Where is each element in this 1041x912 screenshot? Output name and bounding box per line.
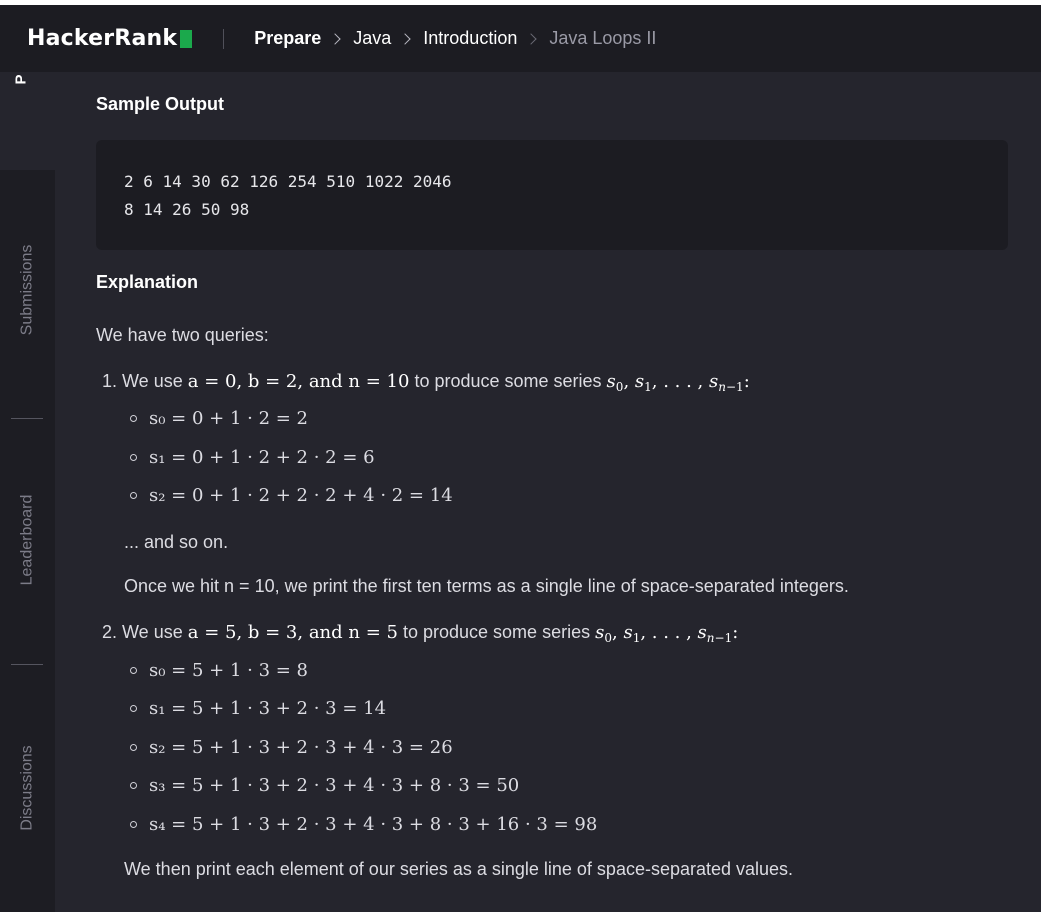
series-item: s₂ = 5 + 1 · 3 + 2 · 3 + 4 · 3 = 26 — [130, 737, 453, 758]
series-item: s₁ = 0 + 1 · 2 + 2 · 2 = 6 — [130, 447, 375, 468]
problem-tab-fragment[interactable]: P — [14, 73, 34, 85]
logo-block-icon — [180, 29, 193, 48]
series-item: s₀ = 5 + 1 · 3 = 8 — [130, 660, 308, 681]
query-2-item: 2. We use a = 5, b = 3, and n = 5 to pro… — [102, 622, 739, 645]
bullet-icon — [130, 821, 137, 828]
tab-leaderboard[interactable]: Leaderboard — [0, 482, 55, 598]
sample-output-codeblock: 2 6 14 30 62 126 254 510 1022 2046 8 14 … — [96, 140, 1008, 250]
left-rail-top — [0, 72, 55, 170]
series-item: s₀ = 0 + 1 · 2 = 2 — [130, 408, 308, 429]
tab-discussions-label: Discussions — [18, 745, 36, 831]
bullet-icon — [130, 782, 137, 789]
bullet-icon — [130, 744, 137, 751]
breadcrumb-prepare[interactable]: Prepare — [254, 28, 321, 49]
query-2-conclusion: We then print each element of our series… — [124, 859, 794, 879]
query-1-prefix: 1. We use — [102, 371, 183, 391]
bullet-icon — [130, 667, 137, 674]
output-line: 2 6 14 30 62 126 254 510 1022 2046 — [124, 172, 452, 191]
bullet-icon — [130, 705, 137, 712]
chevron-right-icon — [399, 32, 411, 45]
tab-leaderboard-label: Leaderboard — [18, 494, 36, 586]
top-navbar: HackerRank Prepare Java Introduction Jav… — [0, 5, 1041, 72]
bullet-icon — [130, 454, 137, 461]
breadcrumb-current: Java Loops II — [549, 28, 657, 48]
query-1-conclusion: Once we hit n = 10, we print the first t… — [124, 576, 849, 596]
chevron-right-icon — [329, 32, 341, 45]
query-1-item: 1. We use a = 0, b = 2, and n = 10 to pr… — [102, 371, 750, 394]
rail-divider — [11, 418, 43, 419]
query-2-params: a = 5, b = 3, and n = 5 — [187, 622, 398, 643]
query-1-suffix: to produce some series — [414, 371, 602, 391]
breadcrumb-introduction[interactable]: Introduction — [423, 28, 517, 49]
rail-divider — [11, 664, 43, 665]
series-item: s₄ = 5 + 1 · 3 + 2 · 3 + 4 · 3 + 8 · 3 +… — [130, 814, 597, 835]
tab-submissions-label: Submissions — [18, 244, 36, 336]
query-2-suffix: to produce some series — [402, 622, 591, 642]
explanation-intro: We have two queries: — [96, 325, 269, 345]
bullet-icon — [130, 492, 137, 499]
query-1-params: a = 0, b = 2, and n = 10 — [187, 371, 410, 392]
tab-discussions[interactable]: Discussions — [0, 730, 55, 846]
output-line: 8 14 26 50 98 — [124, 200, 250, 219]
series-item: s₃ = 5 + 1 · 3 + 2 · 3 + 4 · 3 + 8 · 3 =… — [130, 775, 519, 796]
explanation-heading: Explanation — [96, 272, 199, 292]
left-rail: Submissions Leaderboard Discussions — [0, 170, 55, 912]
sample-output-heading: Sample Output — [96, 94, 225, 114]
chevron-right-icon — [525, 32, 538, 45]
hackerrank-logo[interactable]: HackerRank — [27, 26, 193, 51]
breadcrumb-java[interactable]: Java — [353, 28, 391, 49]
tab-submissions[interactable]: Submissions — [0, 232, 55, 348]
logo-text: HackerRank — [27, 26, 178, 51]
query-2-prefix: 2. We use — [102, 622, 183, 642]
breadcrumb: Prepare Java Introduction Java Loops II — [254, 28, 656, 49]
series-item: s₁ = 5 + 1 · 3 + 2 · 3 = 14 — [130, 698, 386, 719]
bullet-icon — [130, 415, 137, 422]
series-item: s₂ = 0 + 1 · 2 + 2 · 2 + 4 · 2 = 14 — [130, 485, 453, 506]
and-so-on-text: ... and so on. — [124, 532, 229, 552]
header-divider — [223, 28, 225, 49]
